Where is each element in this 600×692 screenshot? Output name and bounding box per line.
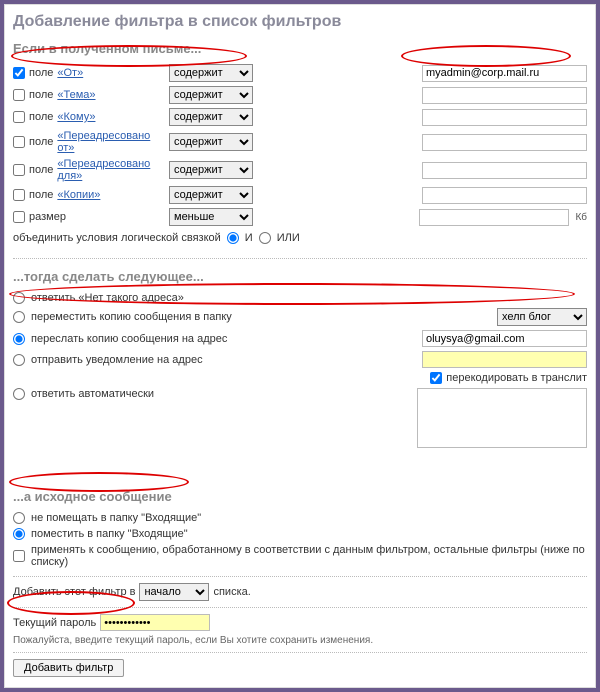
condition-cc-op-select[interactable]: содержит	[169, 186, 253, 204]
condition-cc-value-input[interactable]	[422, 187, 587, 204]
filter-form-panel: Добавление фильтра в список фильтров Есл…	[4, 4, 596, 688]
condition-to-checkbox[interactable]	[13, 111, 25, 123]
translit-checkbox[interactable]	[430, 372, 442, 384]
condition-to-prefix: поле	[29, 111, 53, 123]
condition-to-field-link[interactable]: «Кому»	[57, 111, 95, 123]
condition-size-checkbox[interactable]	[13, 211, 25, 223]
password-label: Текущий пароль	[13, 617, 96, 629]
action-reject-radio[interactable]	[13, 292, 25, 304]
action-copyfolder-row: переместить копию сообщения в папку хелп…	[13, 306, 587, 328]
action-notify-label: отправить уведомление на адрес	[31, 354, 203, 366]
condition-size-unit: Кб	[575, 212, 587, 223]
condition-size-value-input[interactable]	[419, 209, 569, 226]
condition-row-subject: поле «Тема» содержит	[13, 84, 587, 106]
condition-subject-value-input[interactable]	[422, 87, 587, 104]
condition-redirto-op-select[interactable]: содержит	[169, 161, 253, 179]
action-reject-label: ответить «Нет такого адреса»	[31, 292, 184, 304]
logic-and-label: И	[245, 232, 253, 244]
separator-4	[13, 652, 587, 653]
orig-applyother-checkbox[interactable]	[13, 550, 25, 562]
action-autoreply-radio[interactable]	[13, 388, 25, 400]
logic-or-radio[interactable]	[259, 232, 271, 244]
action-copyfolder-radio[interactable]	[13, 311, 25, 323]
placement-row: Добавить этот фильтр в начало списка.	[13, 583, 587, 601]
condition-row-redirfrom: поле «Переадресовано от» содержит	[13, 128, 587, 156]
condition-from-checkbox[interactable]	[13, 67, 25, 79]
condition-cc-checkbox[interactable]	[13, 189, 25, 201]
password-note: Пожалуйста, введите текущий пароль, если…	[13, 635, 587, 646]
condition-from-op-select[interactable]: содержит	[169, 64, 253, 82]
logic-or-label: ИЛИ	[277, 232, 300, 244]
condition-to-op-select[interactable]: содержит	[169, 108, 253, 126]
orig-applyother-row: применять к сообщению, обработанному в с…	[13, 542, 587, 570]
separator	[13, 258, 587, 259]
action-forward-radio[interactable]	[13, 333, 25, 345]
password-row: Текущий пароль	[13, 614, 587, 631]
action-autoreply-row: ответить автоматически	[13, 386, 587, 453]
orig-put-row: поместить в папку "Входящие"	[13, 526, 587, 542]
page-title: Добавление фильтра в список фильтров	[13, 13, 587, 31]
section-then: ...тогда сделать следующее...	[13, 269, 587, 284]
condition-to-value-input[interactable]	[422, 109, 587, 126]
condition-row-to: поле «Кому» содержит	[13, 106, 587, 128]
condition-subject-prefix: поле	[29, 89, 53, 101]
placement-select[interactable]: начало	[139, 583, 209, 601]
action-forward-input[interactable]	[422, 330, 587, 347]
action-forward-label: переслать копию сообщения на адрес	[31, 333, 227, 345]
logic-and-radio[interactable]	[227, 232, 239, 244]
condition-from-value-input[interactable]	[422, 65, 587, 82]
conditions-block: поле «От»содержитполе «Тема»содержитполе…	[13, 62, 587, 228]
condition-row-redirto: поле «Переадресовано для» содержит	[13, 156, 587, 184]
separator-3	[13, 607, 587, 608]
condition-cc-field-link[interactable]: «Копии»	[57, 189, 100, 201]
action-notify-input[interactable]	[422, 351, 587, 368]
separator-2	[13, 576, 587, 577]
action-autoreply-textarea[interactable]	[417, 388, 587, 448]
placement-before: Добавить этот фильтр в	[13, 586, 135, 598]
placement-after: списка.	[213, 586, 250, 598]
orig-put-radio[interactable]	[13, 528, 25, 540]
condition-row-size: размер меньше Кб	[13, 206, 587, 228]
condition-redirto-field-link[interactable]: «Переадресовано для»	[57, 158, 163, 182]
condition-redirto-checkbox[interactable]	[13, 164, 25, 176]
condition-redirto-value-input[interactable]	[422, 162, 587, 179]
condition-redirfrom-field-link[interactable]: «Переадресовано от»	[57, 130, 163, 154]
condition-row-from: поле «От» содержит	[13, 62, 587, 84]
condition-redirfrom-checkbox[interactable]	[13, 136, 25, 148]
condition-redirto-prefix: поле	[29, 164, 53, 176]
section-orig: ...а исходное сообщение	[13, 489, 587, 504]
condition-from-field-link[interactable]: «От»	[57, 67, 83, 79]
condition-size-op-select[interactable]: меньше	[169, 208, 253, 226]
orig-put-label: поместить в папку "Входящие"	[31, 528, 188, 540]
orig-applyother-label: применять к сообщению, обработанному в с…	[31, 544, 587, 568]
condition-row-cc: поле «Копии» содержит	[13, 184, 587, 206]
translit-label: перекодировать в транслит	[446, 372, 587, 384]
action-autoreply-label: ответить автоматически	[31, 388, 154, 400]
translit-row: перекодировать в транслит	[13, 370, 587, 386]
action-copyfolder-select[interactable]: хелп блог	[497, 308, 587, 326]
condition-subject-checkbox[interactable]	[13, 89, 25, 101]
condition-redirfrom-prefix: поле	[29, 136, 53, 148]
condition-cc-prefix: поле	[29, 189, 53, 201]
action-copyfolder-label: переместить копию сообщения в папку	[31, 311, 232, 323]
action-reject-row: ответить «Нет такого адреса»	[13, 290, 587, 306]
action-forward-row: переслать копию сообщения на адрес	[13, 328, 587, 349]
orig-skip-label: не помещать в папку "Входящие"	[31, 512, 201, 524]
condition-from-prefix: поле	[29, 67, 53, 79]
submit-button[interactable]: Добавить фильтр	[13, 659, 124, 677]
logic-row: объединить условия логической связкой И …	[13, 228, 587, 252]
section-if: Если в полученном письме...	[13, 41, 587, 56]
condition-subject-field-link[interactable]: «Тема»	[57, 89, 95, 101]
condition-subject-op-select[interactable]: содержит	[169, 86, 253, 104]
orig-skip-row: не помещать в папку "Входящие"	[13, 510, 587, 526]
logic-text: объединить условия логической связкой	[13, 232, 221, 244]
password-input[interactable]	[100, 614, 210, 631]
condition-size-label: размер	[29, 211, 66, 223]
condition-redirfrom-op-select[interactable]: содержит	[169, 133, 253, 151]
orig-skip-radio[interactable]	[13, 512, 25, 524]
action-notify-row: отправить уведомление на адрес	[13, 349, 587, 370]
condition-redirfrom-value-input[interactable]	[422, 134, 587, 151]
action-notify-radio[interactable]	[13, 354, 25, 366]
